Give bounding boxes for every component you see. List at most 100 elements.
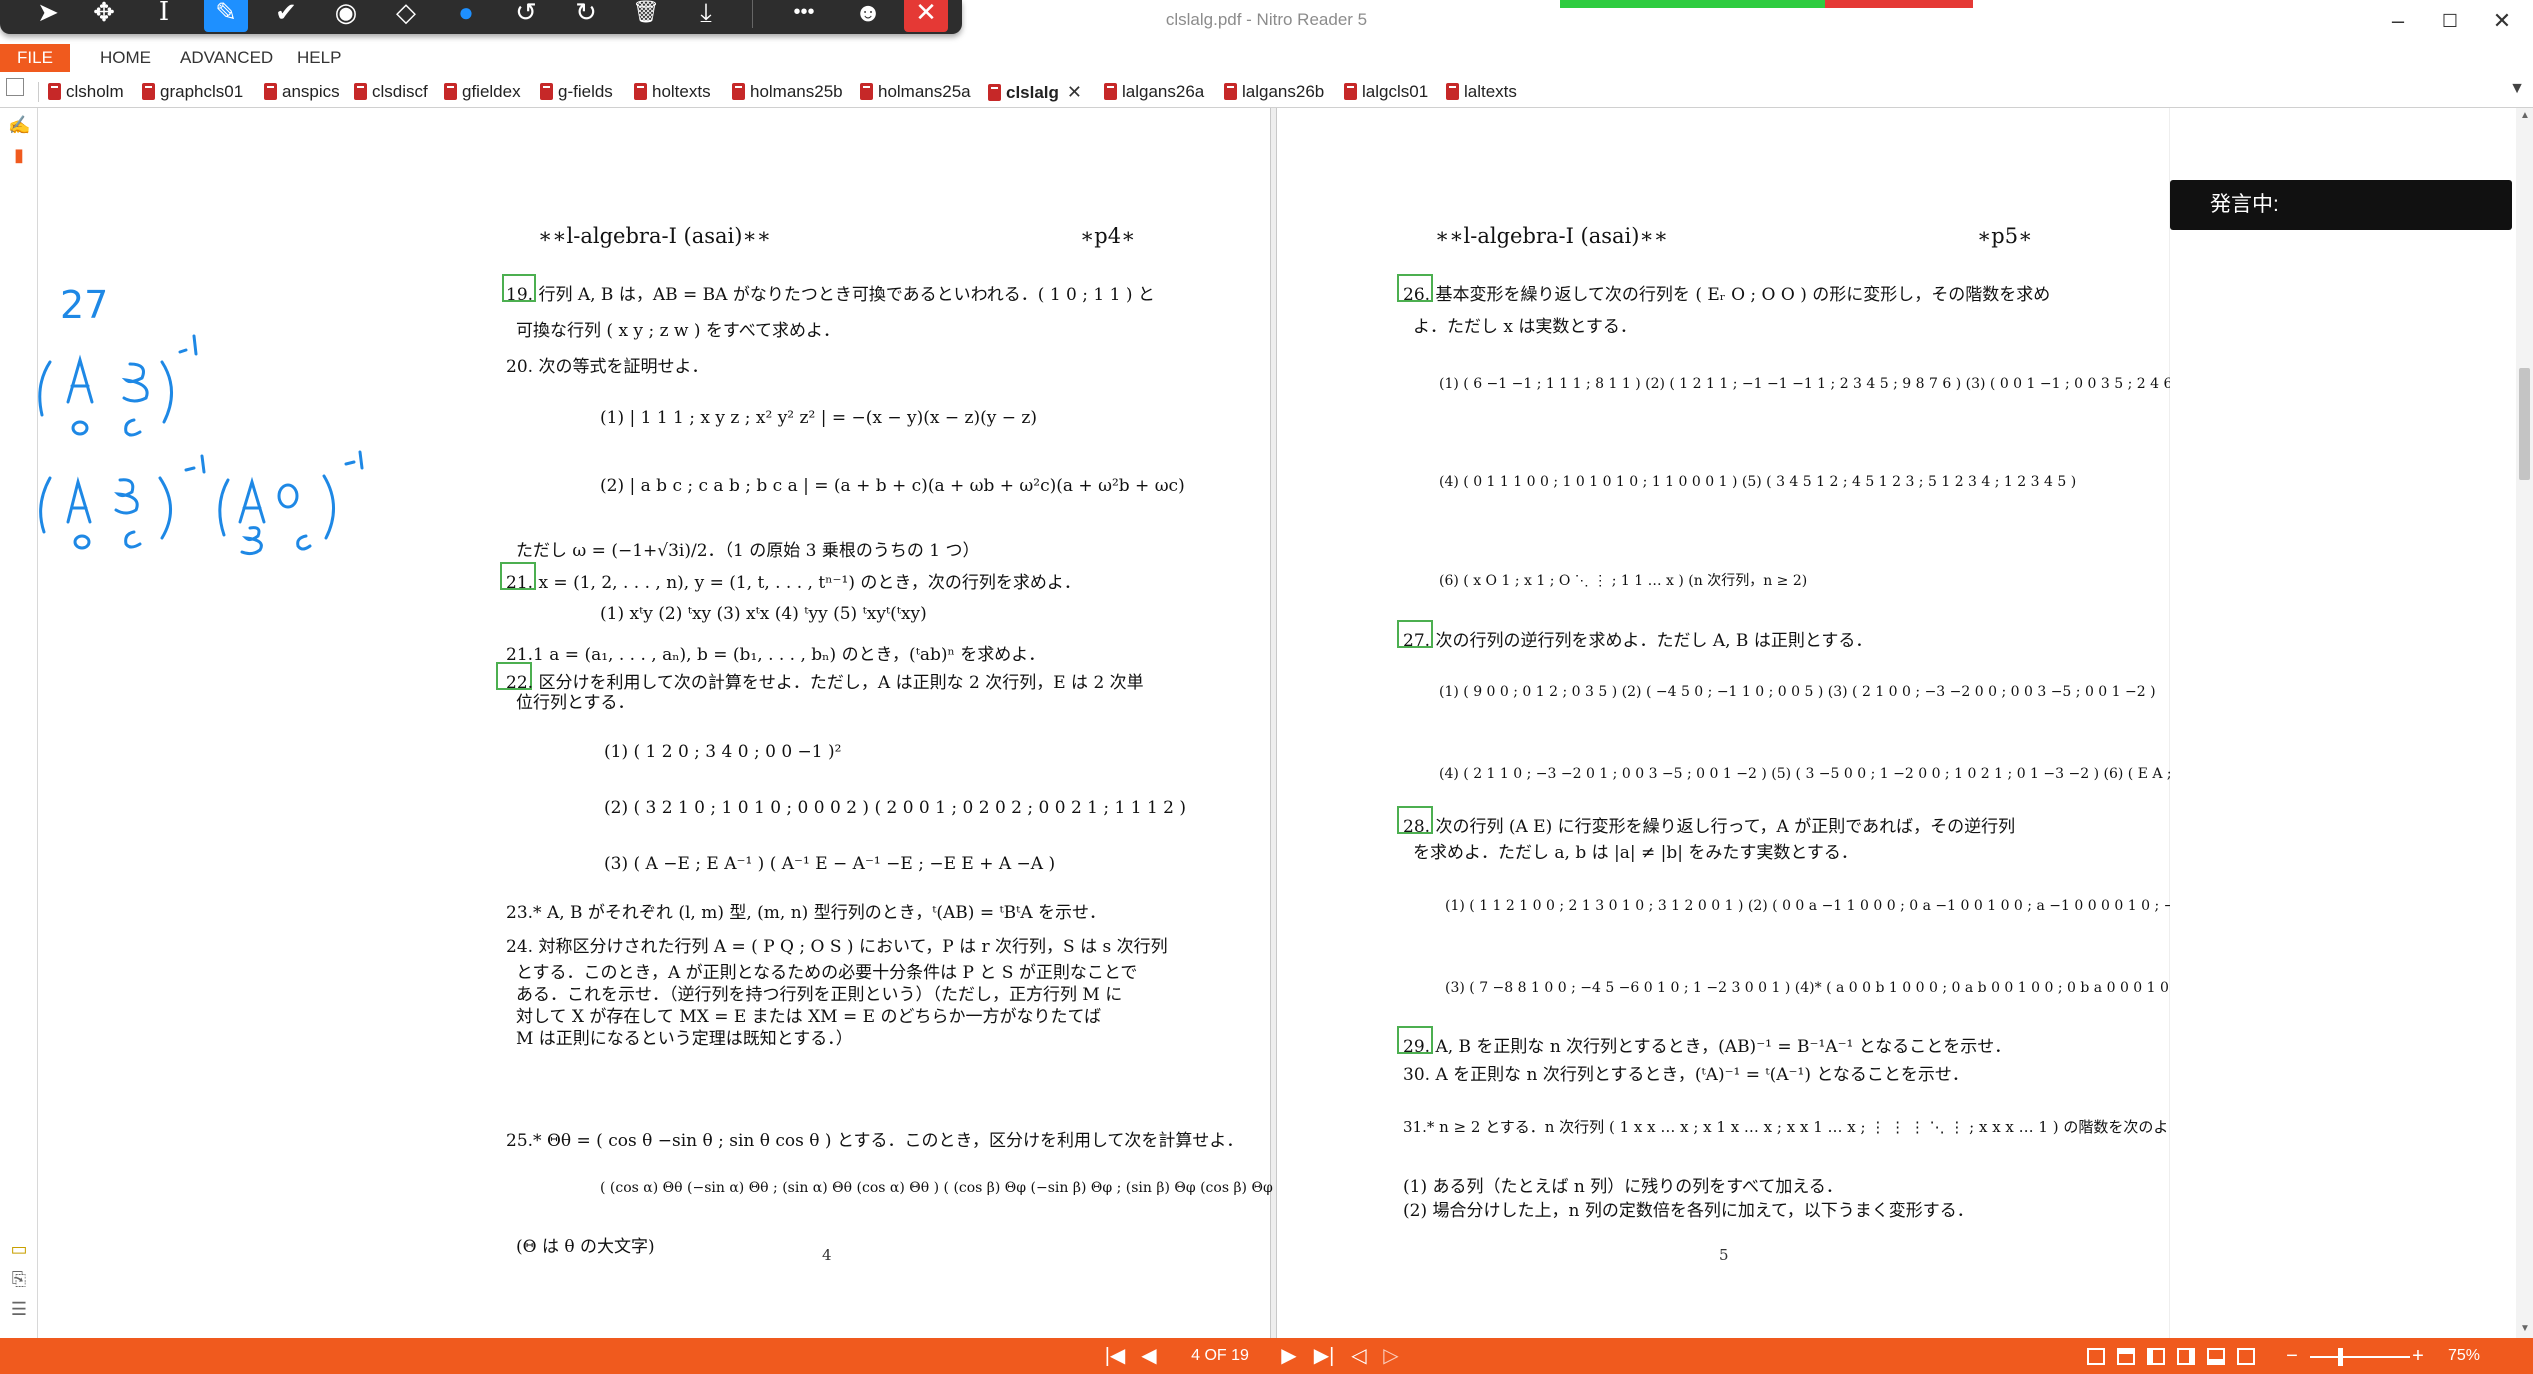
pdf-file-icon xyxy=(1446,83,1459,100)
download-icon[interactable]: ⤓ xyxy=(684,0,728,32)
zoom-slider-track[interactable] xyxy=(2310,1356,2410,1358)
user-settings-icon[interactable]: ☻ xyxy=(846,0,890,32)
tab-lalgans26a[interactable]: lalgans26a xyxy=(1104,80,1204,104)
tab-gfieldex[interactable]: gfieldex xyxy=(444,80,521,104)
facing-view-icon[interactable] xyxy=(2147,1348,2165,1365)
left-side-rail: ✍ ▮ ▭ ⎘ ☰ xyxy=(0,108,38,1338)
scrollbar-thumb[interactable] xyxy=(2519,368,2530,480)
menu-advanced[interactable]: ADVANCED xyxy=(180,44,273,72)
pdf-file-icon xyxy=(444,83,457,100)
redo-icon[interactable]: ↻ xyxy=(564,0,608,32)
page-header-right: ∗p5∗ xyxy=(1977,224,2033,248)
eraser-icon[interactable]: ◇ xyxy=(384,0,428,32)
problem-25-note: (Θ は θ の大文字) xyxy=(516,1237,655,1257)
problem-23: 23.* A, B がそれぞれ (l, m) 型, (m, n) 型行列のとき，… xyxy=(506,903,1107,923)
document-list-icon[interactable] xyxy=(6,78,24,96)
minimize-button[interactable]: – xyxy=(2368,4,2428,38)
tab-lalgans26b[interactable]: lalgans26b xyxy=(1224,80,1324,104)
scroll-down-icon[interactable]: ▼ xyxy=(2520,1323,2530,1334)
tab-clsdiscf[interactable]: clsdiscf xyxy=(354,80,428,104)
annotation-toolbar: ➤ ✥ I ✎ ✔ ◉ ◇ ● ↺ ↻ 🗑 ⤓ ••• ☻ ✕ xyxy=(0,0,962,34)
page-indicator[interactable]: 4 OF 19 xyxy=(1180,1347,1260,1367)
tab-anspics[interactable]: anspics xyxy=(264,80,340,104)
signature-icon[interactable]: ✍ xyxy=(8,114,30,136)
tab-holmans25b[interactable]: holmans25b xyxy=(732,80,843,104)
menu-file[interactable]: FILE xyxy=(0,44,70,72)
first-page-button[interactable]: |◀ xyxy=(1100,1338,1130,1374)
tab-laltexts[interactable]: laltexts xyxy=(1446,80,1517,104)
close-toolbar-icon[interactable]: ✕ xyxy=(904,0,948,32)
problem-31-2: (2) 場合分けした上，n 列の定数倍を各列に加えて，以下うまく変形する． xyxy=(1403,1201,1974,1221)
problem-28-row-2: (3) ( 7 −8 8 1 0 0 ; −4 5 −6 0 1 0 ; 1 −… xyxy=(1445,980,2295,996)
right-margin-area xyxy=(2170,108,2516,1338)
problem-22-line-2: 位行列とする． xyxy=(516,693,635,713)
tab-close-icon[interactable]: ✕ xyxy=(1067,82,1082,102)
more-icon[interactable]: ••• xyxy=(782,0,826,32)
progress-strip-red xyxy=(1825,0,1973,8)
pdf-file-icon xyxy=(732,83,745,100)
pen-icon[interactable]: ✎ xyxy=(204,0,248,32)
select-arrow-icon[interactable]: ➤ xyxy=(26,0,70,32)
stamp-icon[interactable]: ◉ xyxy=(324,0,368,32)
problem-31: 31.* n ≥ 2 とする．n 次行列 ( 1 x x … x ; x 1 x… xyxy=(1403,1118,2288,1136)
pdf-file-icon xyxy=(354,83,367,100)
facing-continuous-view-icon[interactable] xyxy=(2177,1348,2195,1365)
pdf-file-icon xyxy=(988,84,1001,101)
tab-graphcls01[interactable]: graphcls01 xyxy=(142,80,243,104)
tab-clslalg[interactable]: clslalg ✕ xyxy=(988,80,1083,104)
delete-icon[interactable]: 🗑 xyxy=(624,0,668,32)
maximize-button[interactable]: ☐ xyxy=(2420,4,2480,38)
problem-22-1: (1) ( 1 2 0 ; 3 4 0 ; 0 0 −1 )² xyxy=(604,742,842,762)
pdf-file-icon xyxy=(48,83,61,100)
pages-icon[interactable]: ☰ xyxy=(8,1298,30,1320)
problem-31-1: (1) ある列（たとえば n 列）に残りの列をすべて加える． xyxy=(1403,1177,1843,1197)
fit-width-icon[interactable] xyxy=(2207,1348,2225,1365)
tab-holmans25a[interactable]: holmans25a xyxy=(860,80,971,104)
tab-holtexts[interactable]: holtexts xyxy=(634,80,711,104)
page-header-left: ∗∗l-algebra-I (asai)∗∗ xyxy=(538,224,771,248)
problem-30: 30. A を正則な n 次行列とするとき，(ᵗA)⁻¹ = ᵗ(A⁻¹) とな… xyxy=(1403,1065,1969,1085)
next-page-button[interactable]: ▶ xyxy=(1274,1338,1304,1374)
zoom-slider-thumb[interactable] xyxy=(2338,1348,2343,1366)
check-icon[interactable]: ✔ xyxy=(264,0,308,32)
continuous-view-icon[interactable] xyxy=(2117,1348,2135,1365)
menu-home[interactable]: HOME xyxy=(100,44,151,72)
page-number: 5 xyxy=(1719,1246,1729,1264)
tab-list-dropdown-icon[interactable]: ▼ xyxy=(2509,80,2525,98)
color-dot-icon[interactable]: ● xyxy=(444,0,488,32)
menu-help[interactable]: HELP xyxy=(297,44,341,72)
text-cursor-icon[interactable]: I xyxy=(142,0,186,32)
vertical-scrollbar[interactable]: ▲ ▼ xyxy=(2516,108,2533,1338)
problem-28-row-1: (1) ( 1 1 2 1 0 0 ; 2 1 3 0 1 0 ; 3 1 2 … xyxy=(1445,898,2288,914)
zoom-in-button[interactable]: + xyxy=(2406,1338,2430,1374)
go-forward-button[interactable]: ▷ xyxy=(1376,1338,1406,1374)
problem-25: 25.* Θθ = ( cos θ −sin θ ; sin θ cos θ )… xyxy=(506,1131,1244,1151)
previous-page-button[interactable]: ◀ xyxy=(1134,1338,1164,1374)
pdf-file-icon xyxy=(540,83,553,100)
problem-22-2: (2) ( 3 2 1 0 ; 1 0 1 0 ; 0 0 0 2 ) ( 2 … xyxy=(604,798,1187,818)
fit-page-icon[interactable] xyxy=(2237,1348,2255,1365)
problem-27-row-1: (1) ( 9 0 0 ; 0 1 2 ; 0 3 5 ) (2) ( −4 5… xyxy=(1439,684,2156,700)
page-header-right: ∗p4∗ xyxy=(1080,224,1136,248)
undo-icon[interactable]: ↺ xyxy=(504,0,548,32)
zoom-level[interactable]: 75% xyxy=(2448,1347,2480,1365)
scroll-up-icon[interactable]: ▲ xyxy=(2520,110,2530,121)
comments-icon[interactable]: ▭ xyxy=(8,1238,30,1260)
toolbar-separator xyxy=(752,0,753,28)
tab-lalgcls01[interactable]: lalgcls01 xyxy=(1344,80,1428,104)
bookmark-icon[interactable]: ▮ xyxy=(8,144,30,166)
zoom-out-button[interactable]: − xyxy=(2280,1338,2304,1374)
close-window-button[interactable]: ✕ xyxy=(2472,4,2532,38)
page-header-left: ∗∗l-algebra-I (asai)∗∗ xyxy=(1435,224,1668,248)
pdf-file-icon xyxy=(1104,83,1117,100)
app-window: clslalg.pdf - Nitro Reader 5 – ☐ ✕ ➤ ✥ I… xyxy=(0,0,2533,1374)
handwritten-ink-annotation: 27 xyxy=(38,283,364,556)
tab-g-fields[interactable]: g-fields xyxy=(540,80,613,104)
attachments-icon[interactable]: ⎘ xyxy=(8,1268,30,1290)
pan-icon[interactable]: ✥ xyxy=(82,0,126,32)
tab-clsholm[interactable]: clsholm xyxy=(48,80,124,104)
last-page-button[interactable]: ▶| xyxy=(1306,1338,1342,1374)
go-back-button[interactable]: ◁ xyxy=(1344,1338,1374,1374)
pdf-page-5: ∗∗l-algebra-I (asai)∗∗ ∗p5∗ 26. 基本変形を繰り返… xyxy=(1276,108,2294,1338)
single-page-view-icon[interactable] xyxy=(2087,1348,2105,1365)
